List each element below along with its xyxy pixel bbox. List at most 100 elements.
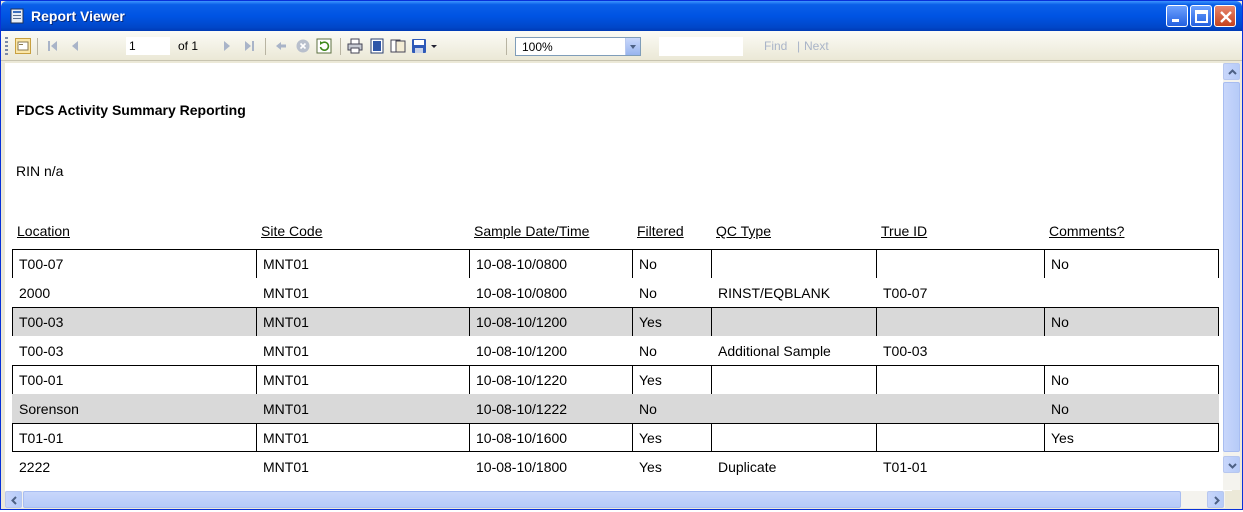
export-icon[interactable]: [411, 38, 427, 54]
export-dropdown-icon[interactable]: [429, 38, 445, 54]
cell-true-id: [876, 307, 1044, 336]
cell-site-code: MNT01: [263, 343, 309, 359]
find-separator: |: [797, 39, 801, 53]
maximize-button[interactable]: [1190, 5, 1212, 27]
zoom-select[interactable]: 100%: [515, 37, 641, 56]
table-row: 2222 MNT01 10-08-10/1800 Yes Duplicate T01-01: [12, 452, 1219, 481]
cell-filtered: No: [639, 285, 657, 301]
report-viewer-icon: [10, 8, 24, 24]
scroll-left-button[interactable]: [5, 491, 22, 508]
cell-sample-date-time: 10-08-10/1600: [469, 423, 632, 452]
chevron-up-icon: [1228, 69, 1237, 75]
cell-comments: Yes: [1044, 423, 1219, 452]
cell-comments: [1044, 336, 1219, 365]
next-page-icon[interactable]: [219, 38, 235, 54]
cell-site-code: MNT01: [256, 307, 469, 336]
first-page-icon[interactable]: [45, 38, 61, 54]
report-title: FDCS Activity Summary Reporting: [16, 102, 246, 118]
cell-filtered: No: [639, 401, 657, 417]
cell-location: T00-03: [19, 343, 64, 359]
maximize-icon: [1195, 10, 1208, 23]
vertical-scrollbar[interactable]: [1223, 63, 1240, 490]
print-icon[interactable]: [347, 38, 363, 54]
cell-comments: [1044, 452, 1219, 481]
cell-qc-type: [711, 307, 876, 336]
minimize-icon: [1172, 19, 1179, 22]
cell-site-code: MNT01: [263, 459, 309, 475]
cell-location: 2000: [19, 285, 51, 301]
last-page-icon[interactable]: [241, 38, 257, 54]
horizontal-scroll-thumb[interactable]: [23, 491, 1181, 508]
cell-true-id: [876, 249, 1044, 278]
scroll-down-button[interactable]: [1223, 456, 1240, 473]
column-header-comments: Comments?: [1049, 223, 1125, 239]
toolbar-separator: [265, 38, 266, 55]
close-button[interactable]: [1214, 5, 1236, 27]
cell-qc-type: [711, 249, 876, 278]
previous-page-icon[interactable]: [67, 38, 83, 54]
cell-qc-type: RINST/EQBLANK: [718, 285, 831, 301]
column-header-location: Location: [17, 223, 70, 239]
column-header-qc-type: QC Type: [716, 223, 771, 239]
cell-true-id: [876, 365, 1044, 394]
cell-site-code: MNT01: [256, 249, 469, 278]
cell-qc-type: [711, 394, 876, 423]
cell-true-id: T00-03: [883, 343, 928, 359]
page-number-input[interactable]: [126, 37, 170, 55]
report-page: FDCS Activity Summary Reporting RIN n/a …: [5, 63, 1232, 491]
table-row: Sorenson MNT01 10-08-10/1222 No No: [12, 394, 1219, 423]
cell-true-id: T00-07: [883, 285, 928, 301]
toolbar-separator: [340, 38, 341, 55]
rin-label: RIN n/a: [16, 163, 64, 179]
cell-comments: No: [1051, 401, 1069, 417]
table-row: T00-03 MNT01 10-08-10/1200 Yes No: [12, 307, 1219, 336]
chevron-down-icon: [1228, 463, 1237, 469]
print-layout-icon[interactable]: [369, 38, 385, 54]
stop-icon[interactable]: [295, 38, 311, 54]
back-icon[interactable]: [273, 38, 289, 54]
cell-filtered: Yes: [639, 459, 662, 475]
cell-location: 2222: [19, 459, 51, 475]
cell-filtered: No: [632, 249, 711, 278]
report-viewer-window: Report Viewer of 1: [0, 0, 1243, 510]
table-row: T00-07 MNT01 10-08-10/0800 No No: [12, 249, 1219, 278]
toggle-parameters-icon[interactable]: [15, 38, 31, 54]
table-row: T00-03 MNT01 10-08-10/1200 No Additional Sam…: [12, 336, 1219, 365]
toolbar-separator: [506, 38, 507, 55]
cell-qc-type: Additional Sample: [718, 343, 831, 359]
toolbar-grip[interactable]: [5, 37, 8, 55]
cell-sample-date-time: 10-08-10/1800: [476, 459, 568, 475]
horizontal-scrollbar[interactable]: [5, 491, 1225, 508]
cell-location: T01-01: [12, 423, 256, 452]
next-link[interactable]: Next: [804, 39, 829, 53]
minimize-button[interactable]: [1166, 5, 1188, 27]
find-input[interactable]: [659, 37, 743, 56]
cell-filtered: Yes: [632, 365, 711, 394]
cell-comments: No: [1044, 249, 1219, 278]
vertical-scroll-thumb[interactable]: [1223, 82, 1240, 452]
cell-filtered: Yes: [632, 307, 711, 336]
table-row: 2000 MNT01 10-08-10/0800 No RINST/EQBLANK T00…: [12, 278, 1219, 307]
cell-comments: [1044, 278, 1219, 307]
cell-filtered: No: [639, 343, 657, 359]
refresh-icon[interactable]: [316, 38, 332, 54]
cell-qc-type: Duplicate: [718, 459, 777, 475]
cell-sample-date-time: 10-08-10/1220: [469, 365, 632, 394]
cell-location: Sorenson: [19, 401, 79, 417]
page-setup-icon[interactable]: [390, 38, 406, 54]
cell-location: T00-01: [12, 365, 256, 394]
scroll-right-button[interactable]: [1207, 491, 1224, 508]
chevron-down-icon[interactable]: [625, 38, 640, 55]
title-bar[interactable]: Report Viewer: [1, 1, 1242, 31]
cell-sample-date-time: 10-08-10/1200: [476, 343, 568, 359]
cell-true-id: [876, 394, 1044, 423]
window-title: Report Viewer: [31, 8, 125, 24]
close-icon: [1220, 11, 1232, 23]
chevron-left-icon: [11, 496, 17, 505]
chevron-right-icon: [1214, 496, 1220, 505]
cell-site-code: MNT01: [263, 285, 309, 301]
find-link[interactable]: Find: [764, 39, 787, 53]
cell-qc-type: [711, 423, 876, 452]
scroll-up-button[interactable]: [1223, 63, 1240, 80]
column-header-sample-date-time: Sample Date/Time: [474, 223, 590, 239]
